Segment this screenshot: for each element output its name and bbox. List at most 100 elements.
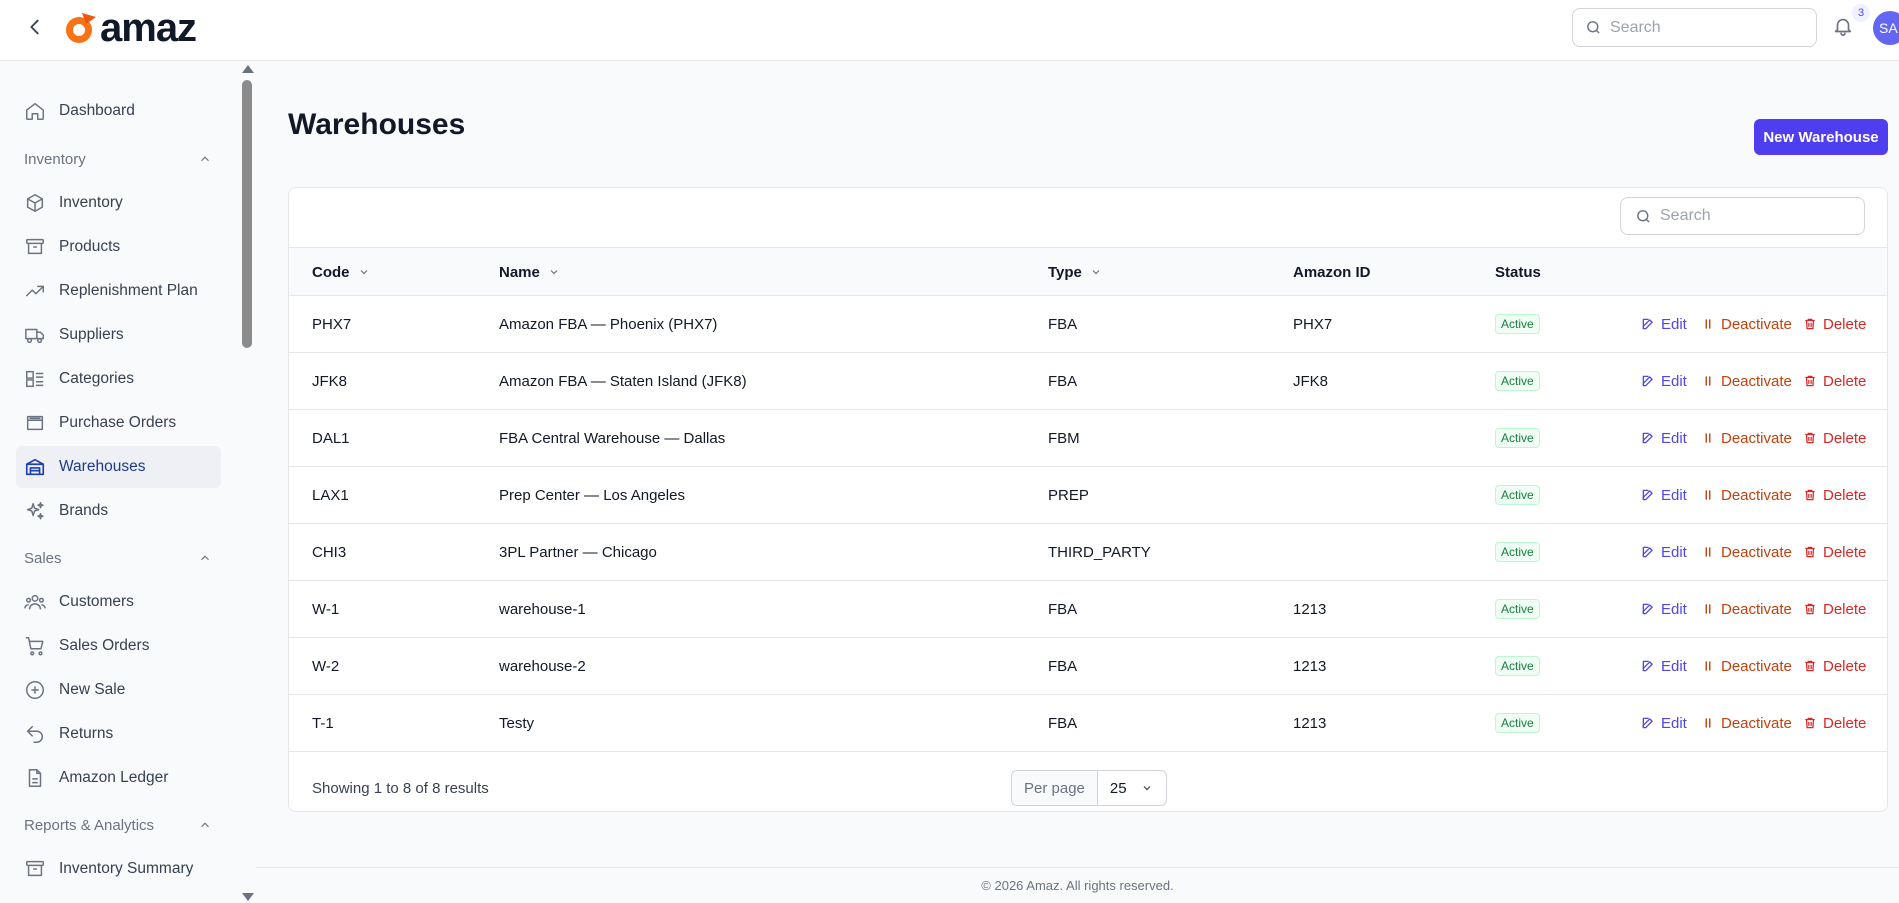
results-count: Showing 1 to 8 of 8 results [312, 779, 489, 797]
sidebar-item-label: Customers [59, 593, 134, 610]
column-header-type[interactable]: Type [1048, 248, 1102, 296]
pause-icon [1701, 602, 1721, 616]
delete-button[interactable]: Delete [1803, 524, 1866, 580]
sidebar-item-label: Products [59, 238, 121, 255]
delete-button[interactable]: Delete [1803, 410, 1866, 466]
logo-mark-icon [62, 10, 98, 46]
chevron-up-icon [198, 152, 212, 166]
deactivate-button[interactable]: Deactivate [1701, 296, 1792, 352]
per-page-select[interactable]: 25 [1098, 771, 1166, 805]
truck-icon [24, 324, 46, 346]
edit-button[interactable]: Edit [1641, 353, 1687, 409]
top-bar: amaz 3 SA [0, 0, 1899, 61]
column-header-code[interactable]: Code [312, 248, 370, 296]
edit-button[interactable]: Edit [1641, 638, 1687, 694]
edit-button[interactable]: Edit [1641, 467, 1687, 523]
pencil-icon [1641, 545, 1661, 559]
sidebar-group-sales[interactable]: Sales [24, 543, 212, 573]
delete-button[interactable]: Delete [1803, 296, 1866, 352]
cell-amazon-id: JFK8 [1293, 372, 1329, 390]
edit-label: Edit [1661, 429, 1687, 447]
table-row: W-2 warehouse-2 FBA 1213 Active Edit Deactivat… [289, 638, 1887, 695]
sidebar-item-suppliers[interactable]: Suppliers [16, 314, 221, 356]
edit-button[interactable]: Edit [1641, 296, 1687, 352]
cell-name: Amazon FBA — Staten Island (JFK8) [499, 372, 747, 390]
delete-label: Delete [1823, 315, 1867, 333]
trash-icon [1803, 545, 1823, 559]
cell-code: LAX1 [312, 486, 349, 504]
sidebar-item-new-sale[interactable]: New Sale [16, 669, 221, 711]
chevron-down-icon [1127, 782, 1153, 794]
sidebar-group-inventory[interactable]: Inventory [24, 144, 212, 174]
sidebar-item-replenishment-plan[interactable]: Replenishment Plan [16, 270, 221, 312]
cell-status: Active [1495, 524, 1540, 580]
back-arrow-icon[interactable] [24, 16, 46, 38]
scroll-down-arrow-icon[interactable] [242, 893, 254, 901]
column-header-status: Status [1495, 263, 1541, 281]
edit-button[interactable]: Edit [1641, 524, 1687, 580]
new-warehouse-button[interactable]: New Warehouse [1754, 119, 1888, 155]
app-logo[interactable]: amaz [62, 6, 197, 50]
deactivate-button[interactable]: Deactivate [1701, 524, 1792, 580]
edit-button[interactable]: Edit [1641, 410, 1687, 466]
sidebar-group-reports[interactable]: Reports & Analytics [24, 810, 212, 840]
user-avatar[interactable]: SA [1873, 11, 1899, 45]
delete-button[interactable]: Delete [1803, 695, 1866, 751]
table-search-input[interactable] [1660, 207, 1840, 225]
status-badge: Active [1495, 542, 1540, 562]
delete-button[interactable]: Delete [1803, 581, 1866, 637]
table-search[interactable] [1620, 197, 1865, 235]
document-icon [24, 767, 46, 789]
home-icon [24, 100, 46, 122]
column-header-name[interactable]: Name [499, 248, 560, 296]
sidebar-item-purchase-orders[interactable]: Purchase Orders [16, 402, 221, 444]
delete-button[interactable]: Delete [1803, 638, 1866, 694]
sidebar-item-products[interactable]: Products [16, 226, 221, 268]
sidebar-item-inventory-summary[interactable]: Inventory Summary [16, 848, 221, 890]
logo-text: amaz [100, 6, 197, 50]
sidebar-item-sales-orders[interactable]: Sales Orders [16, 625, 221, 667]
deactivate-button[interactable]: Deactivate [1701, 581, 1792, 637]
scroll-up-arrow-icon[interactable] [242, 65, 254, 73]
trash-icon [1803, 716, 1823, 730]
inbox-icon [24, 412, 46, 434]
sidebar-scroll-thumb[interactable] [242, 80, 252, 348]
archive-box-icon [24, 858, 46, 880]
cell-amazon-id: 1213 [1293, 600, 1327, 618]
delete-button[interactable]: Delete [1803, 353, 1866, 409]
delete-button[interactable]: Delete [1803, 467, 1866, 523]
deactivate-button[interactable]: Deactivate [1701, 353, 1792, 409]
page-footer: © 2026 Amaz. All rights reserved. [256, 867, 1899, 903]
sidebar-item-returns[interactable]: Returns [16, 713, 221, 755]
sidebar-item-amazon-ledger[interactable]: Amazon Ledger [16, 757, 221, 799]
notification-bell-icon[interactable] [1832, 15, 1856, 39]
sidebar-item-warehouses[interactable]: Warehouses [16, 446, 221, 488]
sidebar-item-inventory[interactable]: Inventory [16, 182, 221, 224]
edit-button[interactable]: Edit [1641, 581, 1687, 637]
sidebar-item-brands[interactable]: Brands [16, 490, 221, 532]
sidebar-item-dashboard[interactable]: Dashboard [16, 90, 221, 132]
deactivate-button[interactable]: Deactivate [1701, 638, 1792, 694]
edit-label: Edit [1661, 315, 1687, 333]
cell-name: warehouse-1 [499, 600, 586, 618]
status-badge: Active [1495, 371, 1540, 391]
deactivate-button[interactable]: Deactivate [1701, 467, 1792, 523]
warehouse-icon [24, 456, 46, 478]
table-row: CHI3 3PL Partner — Chicago THIRD_PARTY Acti… [289, 524, 1887, 581]
global-search[interactable] [1572, 8, 1817, 47]
warehouses-table-card: Code Name Type Amazon ID Status PHX7 Amaz… [288, 187, 1888, 812]
cell-code: T-1 [312, 714, 334, 732]
deactivate-button[interactable]: Deactivate [1701, 695, 1792, 751]
search-icon [1635, 208, 1652, 225]
deactivate-button[interactable]: Deactivate [1701, 410, 1792, 466]
global-search-input[interactable] [1610, 18, 1790, 37]
cell-status: Active [1495, 581, 1540, 637]
sidebar-item-customers[interactable]: Customers [16, 581, 221, 623]
deactivate-label: Deactivate [1721, 429, 1792, 447]
pencil-icon [1641, 431, 1661, 445]
sidebar-item-categories[interactable]: Categories [16, 358, 221, 400]
edit-button[interactable]: Edit [1641, 695, 1687, 751]
cell-status: Active [1495, 353, 1540, 409]
deactivate-label: Deactivate [1721, 372, 1792, 390]
edit-label: Edit [1661, 657, 1687, 675]
